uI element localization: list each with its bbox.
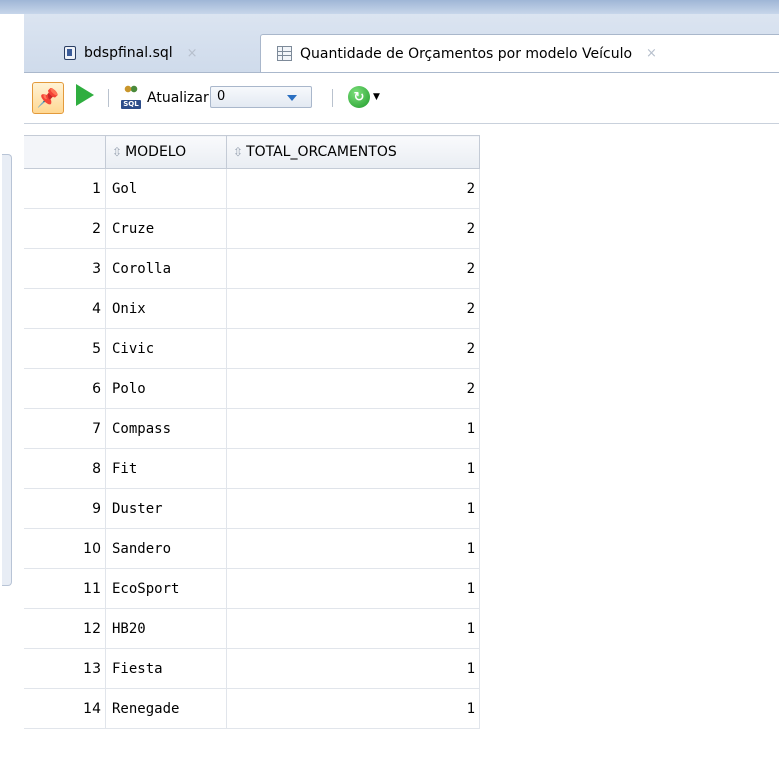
table-row[interactable]: 3 Corolla 2 xyxy=(24,248,480,289)
grid-bottom-area xyxy=(24,730,779,762)
cell-total-orcamentos[interactable]: 1 xyxy=(226,448,480,489)
sql-icon[interactable]: SQL xyxy=(120,85,142,109)
tab-label: Quantidade de Orçamentos por modelo Veíc… xyxy=(300,45,633,62)
results-grid: ⇳ MODELO ⇳ TOTAL_ORCAMENTOS 1 Gol 2 2 Cruze 2 3 C… xyxy=(24,124,779,730)
table-row[interactable]: 7 Compass 1 xyxy=(24,408,480,449)
cell-total-orcamentos[interactable]: 1 xyxy=(226,568,480,609)
row-number: 1 xyxy=(24,168,106,209)
row-number: 8 xyxy=(24,448,106,489)
table-row[interactable]: 11 EcoSport 1 xyxy=(24,568,480,609)
table-row[interactable]: 2 Cruze 2 xyxy=(24,208,480,249)
side-panel-handle[interactable] xyxy=(2,154,12,586)
results-table: ⇳ MODELO ⇳ TOTAL_ORCAMENTOS 1 Gol 2 2 Cruze 2 3 C… xyxy=(24,135,480,729)
cell-modelo[interactable]: Corolla xyxy=(105,248,227,289)
column-header-modelo[interactable]: ⇳ MODELO xyxy=(105,135,227,169)
cell-total-orcamentos[interactable]: 1 xyxy=(226,608,480,649)
table-row[interactable]: 9 Duster 1 xyxy=(24,488,480,529)
refresh-interval-value: 0 xyxy=(217,89,226,104)
cell-modelo[interactable]: Onix xyxy=(105,288,227,329)
cell-total-orcamentos[interactable]: 1 xyxy=(226,528,480,569)
toolbar-separator xyxy=(332,89,333,107)
dropdown-arrow-icon[interactable]: ▼ xyxy=(373,92,380,102)
row-number-header xyxy=(24,135,106,169)
close-icon[interactable]: × xyxy=(646,46,657,61)
cell-modelo[interactable]: Civic xyxy=(105,328,227,369)
cell-total-orcamentos[interactable]: 2 xyxy=(226,168,480,209)
cell-modelo[interactable]: Gol xyxy=(105,168,227,209)
cell-total-orcamentos[interactable]: 1 xyxy=(226,688,480,729)
cell-total-orcamentos[interactable]: 1 xyxy=(226,648,480,689)
table-row[interactable]: 12 HB20 1 xyxy=(24,608,480,649)
refresh-icon[interactable]: ↻ xyxy=(348,86,370,108)
row-number: 13 xyxy=(24,648,106,689)
window-top-strip xyxy=(0,0,779,14)
table-row[interactable]: 14 Renegade 1 xyxy=(24,688,480,729)
row-number: 14 xyxy=(24,688,106,729)
editor-tabs-bar: bdspfinal.sql × Quantidade de Orçamentos… xyxy=(24,14,779,73)
cell-total-orcamentos[interactable]: 2 xyxy=(226,248,480,289)
cell-total-orcamentos[interactable]: 1 xyxy=(226,408,480,449)
sort-icon: ⇳ xyxy=(112,145,123,159)
row-number: 10 xyxy=(24,528,106,569)
cell-modelo[interactable]: HB20 xyxy=(105,608,227,649)
grid-icon xyxy=(277,46,292,61)
cell-modelo[interactable]: Fit xyxy=(105,448,227,489)
table-row[interactable]: 4 Onix 2 xyxy=(24,288,480,329)
tab-label: bdspfinal.sql xyxy=(84,45,173,61)
cell-total-orcamentos[interactable]: 2 xyxy=(226,208,480,249)
refresh-interval-select[interactable]: 0 xyxy=(210,86,312,108)
cell-modelo[interactable]: Cruze xyxy=(105,208,227,249)
row-number: 5 xyxy=(24,328,106,369)
results-toolbar: 📌 SQL Atualizar: 0 ↻ ▼ xyxy=(24,73,779,124)
cell-modelo[interactable]: Sandero xyxy=(105,528,227,569)
table-row[interactable]: 1 Gol 2 xyxy=(24,168,480,209)
database-icon xyxy=(64,46,76,60)
refresh-label: Atualizar: xyxy=(147,90,214,106)
cell-total-orcamentos[interactable]: 2 xyxy=(226,328,480,369)
pin-icon[interactable]: 📌 xyxy=(32,82,64,114)
row-number: 7 xyxy=(24,408,106,449)
toolbar-separator xyxy=(108,89,109,107)
table-row[interactable]: 10 Sandero 1 xyxy=(24,528,480,569)
table-row[interactable]: 5 Civic 2 xyxy=(24,328,480,369)
chevron-down-icon xyxy=(287,95,297,101)
close-icon[interactable]: × xyxy=(187,46,198,61)
table-row[interactable]: 13 Fiesta 1 xyxy=(24,648,480,689)
row-number: 2 xyxy=(24,208,106,249)
left-margin xyxy=(0,14,24,762)
row-number: 12 xyxy=(24,608,106,649)
tab-query-result[interactable]: Quantidade de Orçamentos por modelo Veíc… xyxy=(260,34,779,72)
cell-total-orcamentos[interactable]: 2 xyxy=(226,288,480,329)
tab-bdspfinal-sql[interactable]: bdspfinal.sql × xyxy=(56,36,254,70)
cell-modelo[interactable]: Renegade xyxy=(105,688,227,729)
table-row[interactable]: 8 Fit 1 xyxy=(24,448,480,489)
sort-icon: ⇳ xyxy=(233,145,244,159)
cell-modelo[interactable]: Fiesta xyxy=(105,648,227,689)
cell-modelo[interactable]: Duster xyxy=(105,488,227,529)
row-number: 9 xyxy=(24,488,106,529)
row-number: 4 xyxy=(24,288,106,329)
row-number: 11 xyxy=(24,568,106,609)
cell-modelo[interactable]: Compass xyxy=(105,408,227,449)
cell-modelo[interactable]: EcoSport xyxy=(105,568,227,609)
cell-modelo[interactable]: Polo xyxy=(105,368,227,409)
run-icon[interactable] xyxy=(76,84,94,106)
cell-total-orcamentos[interactable]: 1 xyxy=(226,488,480,529)
row-number: 3 xyxy=(24,248,106,289)
row-number: 6 xyxy=(24,368,106,409)
cell-total-orcamentos[interactable]: 2 xyxy=(226,368,480,409)
column-header-total-orcamentos[interactable]: ⇳ TOTAL_ORCAMENTOS xyxy=(226,135,480,169)
table-row[interactable]: 6 Polo 2 xyxy=(24,368,480,409)
users-icon xyxy=(123,85,139,96)
